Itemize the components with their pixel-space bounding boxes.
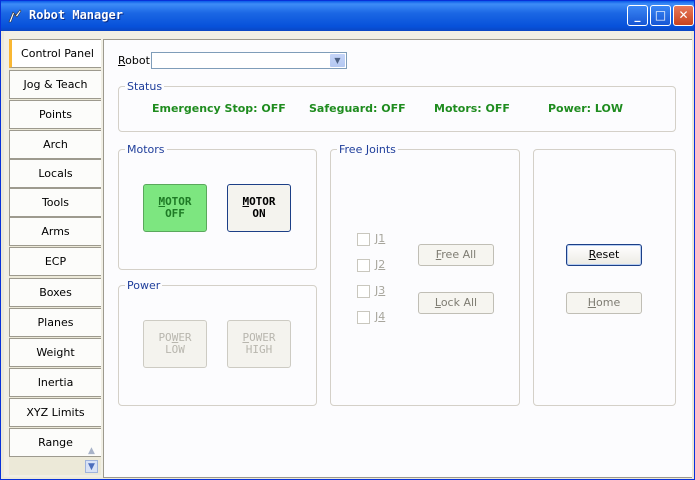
- j4-checkbox[interactable]: [357, 311, 370, 324]
- tab-ecp[interactable]: ECP: [9, 247, 101, 276]
- safeguard-status: Safeguard: OFF: [309, 102, 406, 115]
- tab-tools[interactable]: Tools: [9, 188, 101, 217]
- maximize-icon: □: [654, 8, 667, 22]
- maximize-button[interactable]: □: [650, 5, 671, 26]
- close-icon: ✕: [678, 8, 689, 22]
- tab-inertia[interactable]: Inertia: [9, 368, 101, 397]
- tab-xyz-limits[interactable]: XYZ Limits: [9, 398, 101, 427]
- tab-scroll-up-button[interactable]: ▲: [85, 445, 98, 458]
- power-high-button[interactable]: POWER HIGH: [227, 320, 291, 368]
- tab-locals[interactable]: Locals: [9, 159, 101, 188]
- tab-planes[interactable]: Planes: [9, 308, 101, 337]
- tab-list: Control Panel Jog & Teach Points Arch Lo…: [9, 39, 101, 475]
- minimize-icon: _: [634, 8, 641, 22]
- title-bar[interactable]: Robot Manager _ □ ✕: [1, 1, 694, 31]
- tab-arch[interactable]: Arch: [9, 130, 101, 159]
- minimize-button[interactable]: _: [627, 5, 648, 26]
- reset-button[interactable]: Reset: [566, 244, 642, 266]
- j3-label: J3: [375, 284, 386, 297]
- emergency-stop-status: Emergency Stop: OFF: [152, 102, 286, 115]
- j4-label: J4: [375, 310, 386, 323]
- actions-group: [533, 149, 676, 406]
- close-button[interactable]: ✕: [673, 5, 694, 26]
- motor-on-button[interactable]: MOTOR ON: [227, 184, 291, 232]
- tab-arms[interactable]: Arms: [9, 217, 101, 246]
- free-joints-group: Free Joints: [330, 143, 520, 406]
- tab-boxes[interactable]: Boxes: [9, 278, 101, 307]
- j1-checkbox[interactable]: [357, 233, 370, 246]
- robot-select[interactable]: ▼: [151, 52, 347, 69]
- tab-control-panel[interactable]: Control Panel: [9, 39, 101, 68]
- free-all-button[interactable]: Free All: [418, 244, 494, 266]
- home-button[interactable]: Home: [566, 292, 642, 314]
- chevron-down-icon[interactable]: ▼: [330, 54, 345, 67]
- j3-checkbox[interactable]: [357, 285, 370, 298]
- window-title: Robot Manager: [29, 8, 123, 22]
- motors-status: Motors: OFF: [434, 102, 510, 115]
- robot-app-icon: [7, 8, 23, 24]
- power-group-title: Power: [125, 279, 163, 292]
- j1-label: J1: [375, 232, 386, 245]
- power-status: Power: LOW: [548, 102, 623, 115]
- robot-label: Robot:: [118, 54, 154, 67]
- free-joints-group-title: Free Joints: [337, 143, 398, 156]
- j2-label: J2: [375, 258, 386, 271]
- tab-jog-teach[interactable]: Jog & Teach: [9, 70, 101, 99]
- status-group-title: Status: [125, 80, 165, 93]
- j2-checkbox[interactable]: [357, 259, 370, 272]
- motors-group-title: Motors: [125, 143, 167, 156]
- tab-weight[interactable]: Weight: [9, 338, 101, 367]
- tab-scroll-down-button[interactable]: ▼: [85, 460, 98, 473]
- motor-off-button[interactable]: MOTOR OFF: [143, 184, 207, 232]
- tab-points[interactable]: Points: [9, 100, 101, 129]
- power-low-button[interactable]: POWER LOW: [143, 320, 207, 368]
- lock-all-button[interactable]: Lock All: [418, 292, 494, 314]
